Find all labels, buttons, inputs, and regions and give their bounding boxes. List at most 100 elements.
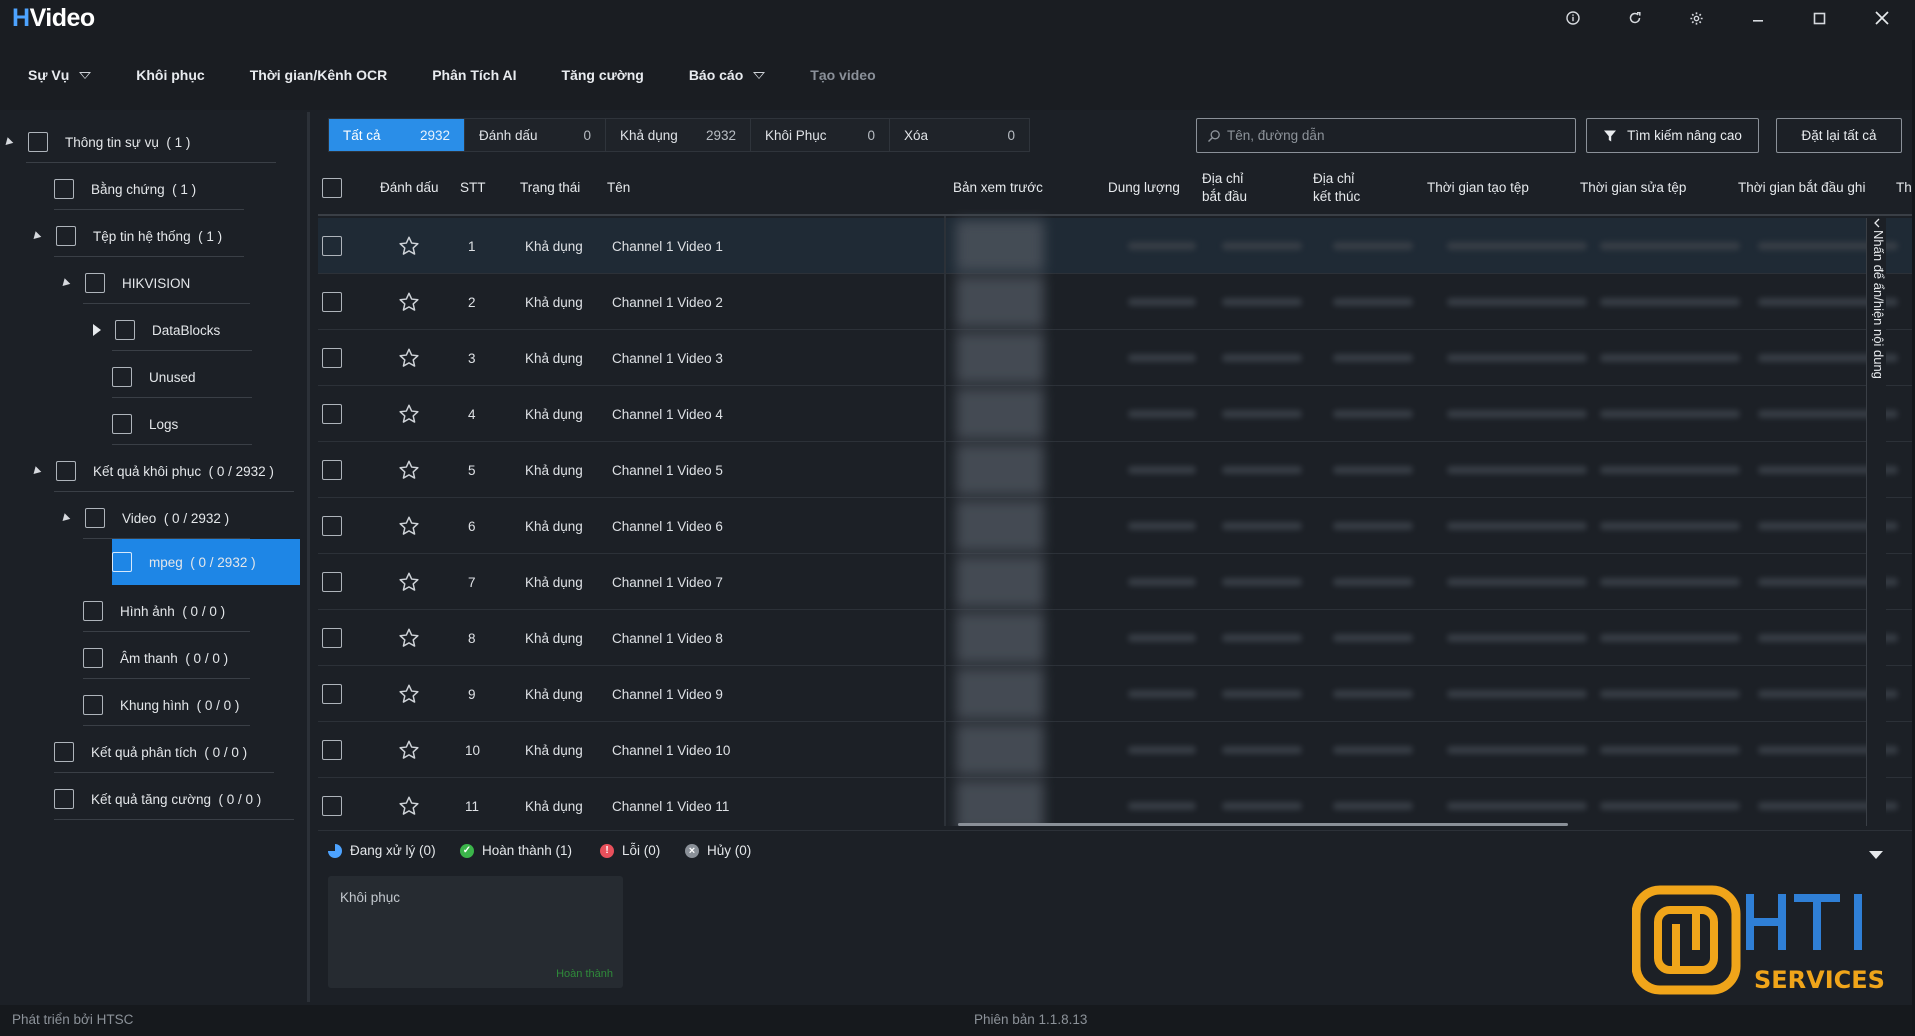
checkbox[interactable] [28,132,48,152]
menu-tao-video[interactable]: Tạo video [810,67,875,83]
expand-icon[interactable] [59,512,71,524]
star-icon[interactable] [398,498,420,554]
tree-item-unused[interactable]: Unused [112,357,196,397]
maximize-icon[interactable] [1794,0,1844,36]
filter-tab-recovered[interactable]: Khôi Phục 0 [751,119,890,151]
preview-thumbnail[interactable] [956,276,1044,328]
minimize-icon[interactable] [1733,0,1783,36]
col-modified-time[interactable]: Thời gian sửa tệp [1580,160,1686,216]
preview-thumbnail[interactable] [956,332,1044,384]
menu-bao-cao[interactable]: Báo cáo [689,67,766,83]
col-preview[interactable]: Bản xem trước [953,160,1043,216]
expand-icon[interactable] [30,230,42,242]
row-checkbox[interactable] [322,610,342,666]
close-icon[interactable] [1857,0,1907,36]
table-row[interactable]: 7 Khả dụng Channel 1 Video 7 [318,554,1915,610]
col-record-start[interactable]: Thời gian bắt đầu ghi [1738,160,1865,216]
menu-su-vu[interactable]: Sự Vụ [28,67,92,83]
preview-thumbnail[interactable] [956,612,1044,664]
preview-thumbnail[interactable] [956,668,1044,720]
checkbox[interactable] [112,367,132,387]
tree-item-logs[interactable]: Logs [112,404,178,444]
checkbox[interactable] [112,414,132,434]
toggle-content-panel[interactable]: Nhấn để ẩn/hiện nội dung [1866,218,1886,826]
star-icon[interactable] [398,722,420,778]
row-checkbox[interactable] [322,722,342,778]
star-icon[interactable] [398,554,420,610]
table-row[interactable]: 5 Khả dụng Channel 1 Video 5 [318,442,1915,498]
checkbox[interactable] [54,742,74,762]
tree-item-datablocks[interactable]: DataBlocks [93,310,220,350]
checkbox[interactable] [85,273,105,293]
status-error[interactable]: ! Lỗi (0) [600,843,660,858]
row-checkbox[interactable] [322,666,342,722]
tree-item-am-thanh[interactable]: Âm thanh ( 0 / 0 ) [83,638,228,678]
expand-icon[interactable] [2,136,14,148]
checkbox[interactable] [54,789,74,809]
tree-item-hinh-anh[interactable]: Hình ảnh ( 0 / 0 ) [83,591,225,631]
advanced-search-button[interactable]: Tìm kiếm nâng cao [1586,118,1759,153]
preview-thumbnail[interactable] [956,388,1044,440]
preview-thumbnail[interactable] [956,500,1044,552]
menu-khoi-phuc[interactable]: Khôi phục [136,67,204,83]
refresh-icon[interactable] [1610,0,1660,36]
select-all-checkbox[interactable] [322,160,342,216]
filter-tab-available[interactable]: Khả dụng 2932 [606,119,751,151]
checkbox[interactable] [56,461,76,481]
menu-tang-cuong[interactable]: Tăng cường [562,67,644,83]
tree-item-mpeg[interactable]: mpeg ( 0 / 2932 ) [112,539,300,585]
tree-item-video[interactable]: Video ( 0 / 2932 ) [59,498,229,538]
status-processing[interactable]: Đang xử lý (0) [328,843,436,858]
row-checkbox[interactable] [322,386,342,442]
info-icon[interactable] [1548,0,1598,36]
row-checkbox[interactable] [322,274,342,330]
table-row[interactable]: 8 Khả dụng Channel 1 Video 8 [318,610,1915,666]
table-row[interactable]: 3 Khả dụng Channel 1 Video 3 [318,330,1915,386]
star-icon[interactable] [398,218,420,274]
star-icon[interactable] [398,610,420,666]
preview-thumbnail[interactable] [956,724,1044,776]
table-row[interactable]: 1 Khả dụng Channel 1 Video 1 [318,218,1915,274]
star-icon[interactable] [398,330,420,386]
menu-ocr[interactable]: Thời gian/Kênh OCR [250,67,388,83]
tree-item-hikvision[interactable]: HIKVISION [59,263,190,303]
col-mark[interactable]: Đánh dấu [380,160,439,216]
star-icon[interactable] [398,778,420,826]
table-row[interactable]: 2 Khả dụng Channel 1 Video 2 [318,274,1915,330]
table-row[interactable]: 4 Khả dụng Channel 1 Video 4 [318,386,1915,442]
tree-item-ket-qua-tang-cuong[interactable]: Kết quả tăng cường ( 0 / 0 ) [54,779,261,819]
star-icon[interactable] [398,386,420,442]
col-end-address[interactable]: Địa chỉ kết thúc [1313,160,1360,216]
expand-icon[interactable] [30,465,42,477]
col-start-address[interactable]: Địa chỉ bắt đầu [1202,160,1247,216]
row-checkbox[interactable] [322,498,342,554]
col-more[interactable]: Th [1896,160,1912,216]
row-checkbox[interactable] [322,218,342,274]
checkbox[interactable] [83,601,103,621]
settings-icon[interactable] [1671,0,1721,36]
filter-tab-deleted[interactable]: Xóa 0 [890,119,1029,151]
table-row[interactable]: 11 Khả dụng Channel 1 Video 11 [318,778,1915,826]
collapse-panel-icon[interactable] [1869,847,1883,863]
checkbox[interactable] [56,226,76,246]
table-row[interactable]: 10 Khả dụng Channel 1 Video 10 [318,722,1915,778]
tree-item-tep-tin-he-thong[interactable]: Tệp tin hệ thống ( 1 ) [30,216,222,256]
row-checkbox[interactable] [322,554,342,610]
tree-item-bang-chung[interactable]: Bằng chứng ( 1 ) [54,169,196,209]
preview-thumbnail[interactable] [956,780,1044,826]
table-row[interactable]: 9 Khả dụng Channel 1 Video 9 [318,666,1915,722]
tree-item-ket-qua-phan-tich[interactable]: Kết quả phân tích ( 0 / 0 ) [54,732,247,772]
checkbox[interactable] [85,508,105,528]
expand-icon[interactable] [93,324,101,336]
row-checkbox[interactable] [322,442,342,498]
expand-icon[interactable] [59,277,71,289]
star-icon[interactable] [398,442,420,498]
checkbox[interactable] [115,320,135,340]
filter-tab-all[interactable]: Tất cả 2932 [329,119,465,151]
col-status[interactable]: Trạng thái [520,160,580,216]
tree-item-khung-hinh[interactable]: Khung hình ( 0 / 0 ) [83,685,239,725]
star-icon[interactable] [398,274,420,330]
row-checkbox[interactable] [322,330,342,386]
col-stt[interactable]: STT [460,160,486,216]
star-icon[interactable] [398,666,420,722]
